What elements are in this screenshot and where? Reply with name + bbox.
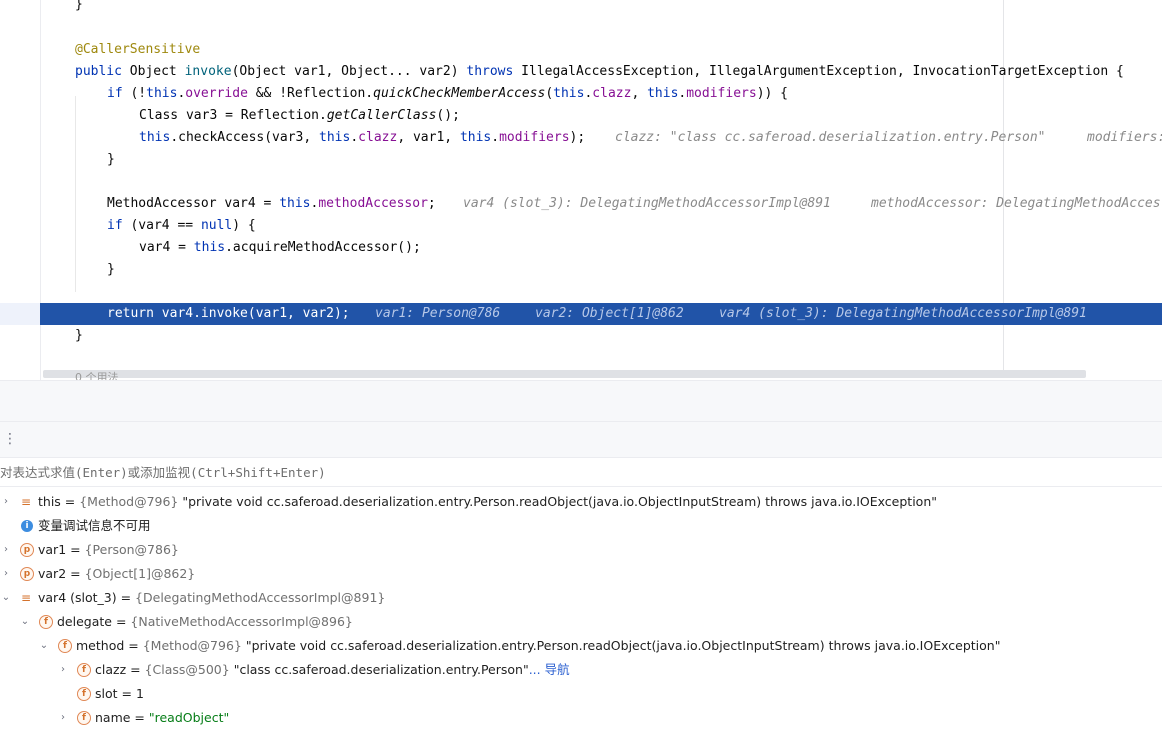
parameter-icon: p — [20, 567, 34, 581]
field-icon: f — [77, 663, 91, 677]
variable-row-slot[interactable]: f slot = 1 — [0, 682, 1162, 706]
field-icon: f — [58, 639, 72, 653]
evaluate-expression-bar — [0, 457, 1162, 487]
variable-row-var2[interactable]: › p var2 = {Object[1]@862} — [0, 562, 1162, 586]
chevron-down-icon[interactable]: ⌄ — [0, 586, 12, 610]
parameter-icon: p — [20, 543, 34, 557]
variable-row-delegate[interactable]: ⌄ f delegate = {NativeMethodAccessorImpl… — [0, 610, 1162, 634]
code-line-annotation: @CallerSensitive — [0, 39, 1162, 61]
variable-row-name[interactable]: › f name = "readObject" — [0, 706, 1162, 730]
usages-hint[interactable]: 0 个用法 — [75, 372, 119, 381]
variable-row-this[interactable]: › ≡ this = {Method@796} "private void cc… — [0, 490, 1162, 514]
chevron-right-icon[interactable]: › — [0, 490, 12, 514]
code-line-class-var3: Class var3 = Reflection.getCallerClass()… — [139, 108, 460, 123]
inline-hint-var1: var1: Person@786 — [375, 306, 501, 321]
method-name-invoke: invoke — [184, 64, 232, 79]
code-line-close-if-null: } — [107, 262, 115, 277]
chevron-right-icon[interactable]: › — [57, 658, 69, 682]
chevron-right-icon[interactable]: › — [0, 538, 12, 562]
inline-hint-clazz: clazz: "class cc.saferoad.deserializatio… — [615, 130, 1046, 145]
list-icon: ≡ — [20, 591, 32, 605]
inline-hint-var4-return: var4 (slot_3): DelegatingMethodAccessorI… — [719, 306, 1087, 321]
code-line-close-method: } — [75, 328, 83, 343]
inline-hint-var2: var2: Object[1]@862 — [535, 306, 684, 321]
inline-hint-var4: var4 (slot_3): DelegatingMethodAccessorI… — [463, 196, 831, 211]
list-icon: ≡ — [20, 495, 32, 509]
code-line-method-signature: public Object invoke(Object var1, Object… — [75, 64, 1124, 79]
field-icon: f — [77, 687, 91, 701]
code-line-closing-brace: } — [75, 0, 83, 12]
annotation-caller-sensitive: @CallerSensitive — [75, 42, 201, 57]
chevron-down-icon[interactable]: ⌄ — [19, 610, 31, 634]
inline-hint-method-accessor: methodAccessor: DelegatingMethodAcces — [871, 196, 1161, 211]
code-line-check-access: this.checkAccess(var3, this.clazz, var1,… — [0, 127, 1162, 149]
variable-row-var4[interactable]: ⌄ ≡ var4 (slot_3) = {DelegatingMethodAcc… — [0, 586, 1162, 610]
chevron-right-icon[interactable]: › — [0, 562, 12, 586]
variable-info-row: i 变量调试信息不可用 — [0, 514, 1162, 538]
code-line-close-if: } — [107, 152, 115, 167]
evaluate-expression-input[interactable] — [0, 461, 1150, 483]
code-editor[interactable]: } @CallerSensitive public Object invoke(… — [0, 0, 1162, 380]
code-line-method-accessor: MethodAccessor var4 = this.methodAccesso… — [0, 193, 1162, 215]
navigate-link[interactable]: ... 导航 — [529, 662, 570, 677]
code-line-if-null: if (var4 == null) { — [107, 218, 256, 233]
variable-row-method[interactable]: ⌄ f method = {Method@796} "private void … — [0, 634, 1162, 658]
code-line-if-override: if (!this.override && !Reflection.quickC… — [107, 86, 788, 101]
field-icon: f — [77, 711, 91, 725]
variable-row-clazz[interactable]: › f clazz = {Class@500} "class cc.safero… — [0, 658, 1162, 682]
inline-hint-modifiers: modifiers: — [1087, 130, 1162, 145]
info-icon: i — [21, 520, 33, 532]
field-icon: f — [39, 615, 53, 629]
chevron-down-icon[interactable]: ⌄ — [38, 634, 50, 658]
current-execution-line[interactable]: return var4.invoke(var1, var2); var1: Pe… — [0, 303, 1162, 325]
variable-row-var1[interactable]: › p var1 = {Person@786} — [0, 538, 1162, 562]
more-options-icon[interactable]: ⋮ — [3, 430, 17, 448]
toolbar-divider — [0, 421, 1162, 422]
debug-toolbar — [0, 381, 1162, 457]
code-line-acquire: var4 = this.acquireMethodAccessor(); — [139, 240, 421, 255]
variables-tree: › ≡ this = {Method@796} "private void cc… — [0, 490, 1162, 731]
horizontal-scrollbar[interactable] — [43, 370, 1086, 378]
chevron-right-icon[interactable]: › — [57, 706, 69, 730]
